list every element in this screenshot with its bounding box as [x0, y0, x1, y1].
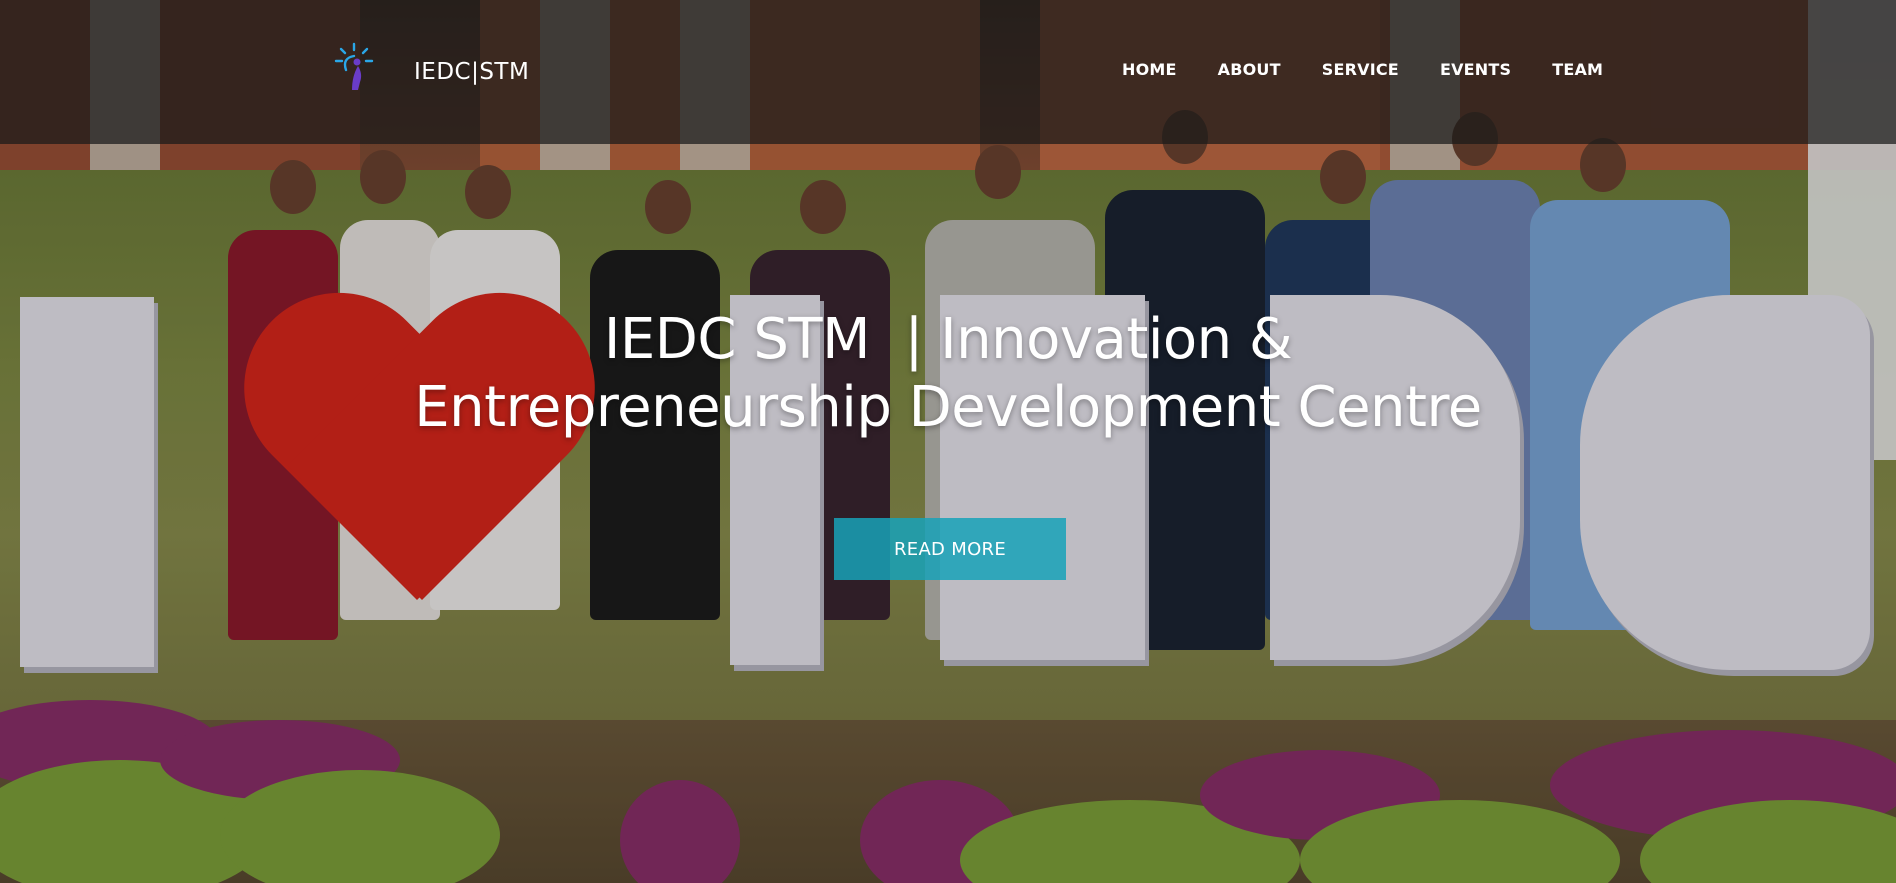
read-more-button[interactable]: READ MORE [834, 518, 1066, 580]
bulb-person-icon [334, 42, 374, 90]
hero-title: IEDC STM | Innovation & Entrepreneurship… [380, 306, 1516, 442]
nav-service[interactable]: SERVICE [1322, 60, 1399, 79]
nav-events[interactable]: EVENTS [1440, 60, 1511, 79]
nav-home[interactable]: HOME [1122, 60, 1177, 79]
top-navbar: IEDC|STM HOME ABOUT SERVICE EVENTS TEAM [0, 0, 1896, 144]
brand-name: IEDC|STM [414, 59, 530, 85]
hero-title-line-1: IEDC STM | Innovation & [603, 307, 1293, 372]
nav-about[interactable]: ABOUT [1218, 60, 1281, 79]
nav-team[interactable]: TEAM [1552, 60, 1603, 79]
hero-title-line-2: Entrepreneurship Development Centre [414, 375, 1482, 440]
brand[interactable]: IEDC|STM [332, 40, 529, 96]
main-nav: HOME ABOUT SERVICE EVENTS TEAM [1122, 60, 1603, 79]
